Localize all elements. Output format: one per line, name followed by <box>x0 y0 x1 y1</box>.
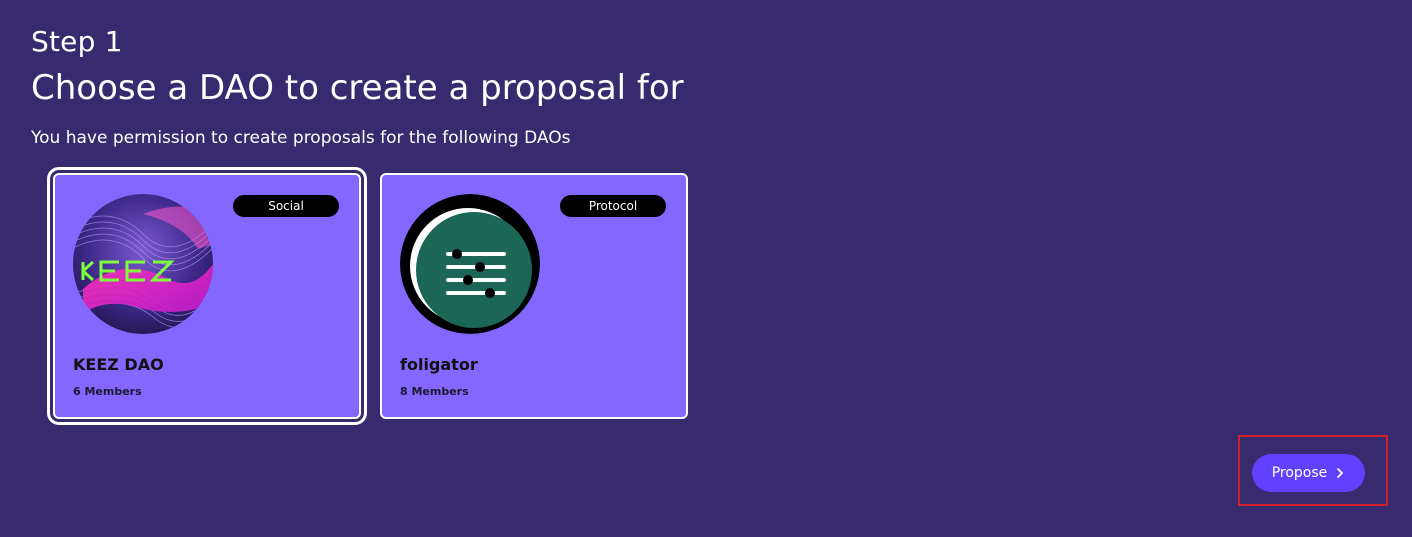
dao-name: KEEZ DAO <box>73 355 164 374</box>
dao-members-count: 8 Members <box>400 385 469 398</box>
dao-name: foligator <box>400 355 478 374</box>
step-label: Step 1 <box>31 25 123 58</box>
propose-button[interactable]: Propose <box>1252 454 1365 492</box>
dao-card-keez[interactable]: Social KEEZ DAO 6 Members <box>47 167 367 425</box>
propose-button-label: Propose <box>1271 465 1328 481</box>
keez-logo-icon <box>73 194 213 334</box>
foligator-logo-icon <box>400 194 540 334</box>
dao-card-foligator[interactable]: Protocol foligator 8 Members <box>380 173 688 419</box>
dao-members-count: 6 Members <box>73 385 142 398</box>
category-badge: Social <box>233 195 339 217</box>
page-title: Choose a DAO to create a proposal for <box>31 68 684 108</box>
create-proposal-page: Step 1 Choose a DAO to create a proposal… <box>0 0 1412 537</box>
category-badge: Protocol <box>560 195 666 217</box>
chevron-right-icon <box>1335 467 1345 479</box>
page-subtitle: You have permission to create proposals … <box>31 128 571 148</box>
